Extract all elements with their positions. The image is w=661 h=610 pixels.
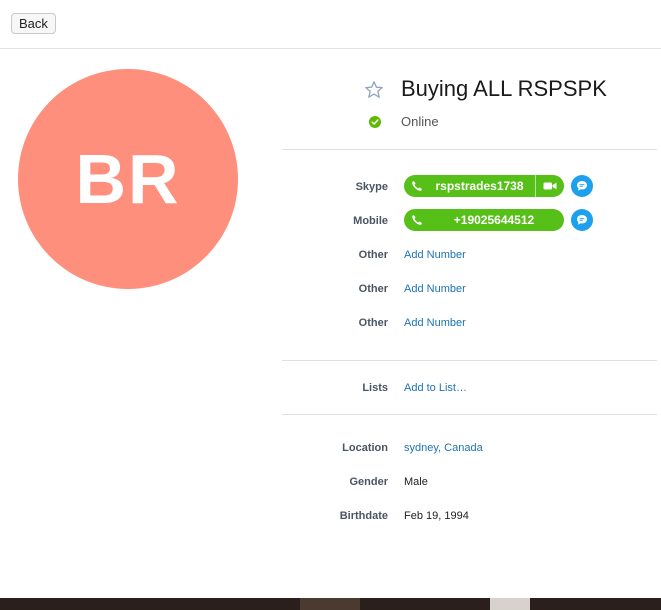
phone-icon — [404, 214, 430, 226]
location-label: Location — [342, 442, 388, 454]
other-label: Other — [358, 283, 388, 295]
contact-name: Buying ALL RSPSPK — [401, 76, 607, 101]
background-image-detail — [300, 598, 360, 610]
avatar-initials: BR — [75, 140, 181, 218]
skype-id: rspstrades1738 — [435, 179, 524, 193]
add-number-link[interactable]: Add Number — [404, 317, 466, 329]
add-number-link[interactable]: Add Number — [404, 249, 466, 261]
mobile-call-pill[interactable]: +19025644512 — [404, 209, 564, 231]
skype-label: Skype — [355, 181, 388, 193]
other-label: Other — [358, 249, 388, 261]
location-value[interactable]: sydney, Canada — [404, 442, 483, 454]
skype-call-pill[interactable]: rspstrades1738 — [404, 175, 564, 197]
background-image-detail — [490, 598, 530, 610]
divider — [282, 414, 657, 415]
mobile-chat-button[interactable] — [571, 209, 593, 231]
divider — [282, 149, 657, 150]
gender-value: Male — [404, 476, 428, 488]
avatar: BR — [18, 69, 238, 289]
online-status-icon — [369, 116, 381, 128]
lists-label: Lists — [362, 382, 388, 394]
phone-icon — [404, 180, 430, 192]
mobile-number: +19025644512 — [453, 213, 535, 227]
chat-icon — [577, 215, 587, 225]
birthdate-value: Feb 19, 1994 — [404, 510, 469, 522]
gender-label: Gender — [349, 476, 388, 488]
birthdate-label: Birthdate — [339, 510, 388, 522]
status-text: Online — [401, 114, 439, 129]
star-outline-icon[interactable] — [364, 80, 384, 100]
add-number-link[interactable]: Add Number — [404, 283, 466, 295]
divider — [282, 360, 657, 361]
add-to-list-link[interactable]: Add to List… — [404, 382, 467, 394]
background-image-strip — [0, 598, 661, 610]
other-label: Other — [358, 317, 388, 329]
back-button[interactable]: Back — [11, 13, 56, 34]
mobile-label: Mobile — [353, 215, 388, 227]
top-toolbar: Back — [0, 0, 661, 49]
video-call-icon[interactable] — [536, 181, 564, 191]
skype-chat-button[interactable] — [571, 175, 593, 197]
chat-icon — [577, 181, 587, 191]
